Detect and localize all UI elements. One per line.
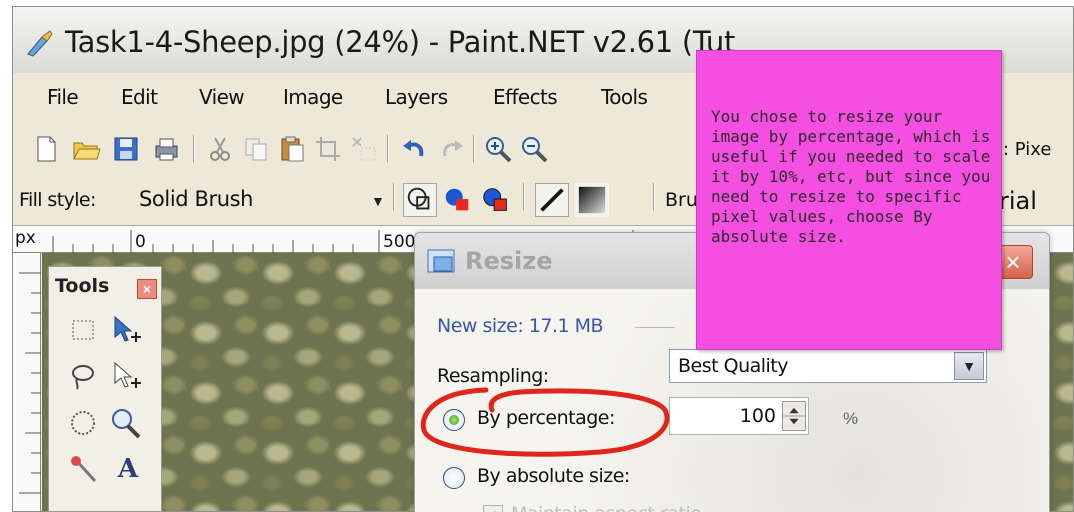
new-size-label: New size: 17.1 MB bbox=[437, 315, 604, 337]
menu-tools[interactable]: Tools bbox=[601, 85, 648, 109]
open-icon[interactable] bbox=[71, 134, 101, 164]
copy-icon[interactable] bbox=[241, 134, 271, 164]
by-percentage-radio[interactable] bbox=[443, 409, 465, 431]
zoom-in-icon[interactable] bbox=[483, 134, 513, 164]
tutorial-callout: You chose to resize your image by percen… bbox=[696, 50, 1002, 350]
font-select[interactable]: rial bbox=[999, 187, 1037, 215]
menu-image[interactable]: Image bbox=[283, 85, 343, 109]
resampling-value: Best Quality bbox=[678, 355, 789, 377]
alpha-blend-icon[interactable] bbox=[575, 183, 609, 217]
percentage-value: 100 bbox=[739, 405, 776, 427]
paintnet-app-icon bbox=[27, 30, 53, 57]
by-absolute-size-radio[interactable] bbox=[443, 467, 465, 489]
undo-icon[interactable] bbox=[399, 134, 429, 164]
lasso-select-icon[interactable] bbox=[65, 359, 103, 395]
antialias-icon[interactable] bbox=[535, 183, 569, 217]
menu-effects[interactable]: Effects bbox=[493, 85, 558, 109]
dropdown-arrow-icon[interactable]: ▼ bbox=[371, 193, 385, 209]
toolbar-separator bbox=[393, 183, 394, 211]
menu-layers[interactable]: Layers bbox=[385, 85, 448, 109]
ruler-label-0: 0 bbox=[135, 232, 146, 252]
ruler-label-500: 500 bbox=[383, 232, 416, 252]
crop-icon[interactable] bbox=[313, 134, 343, 164]
shape-fill-icon[interactable] bbox=[441, 183, 475, 217]
toolbar-separator bbox=[387, 135, 388, 163]
rectangle-select-icon[interactable] bbox=[65, 313, 103, 349]
vertical-ruler-ticks bbox=[19, 272, 41, 494]
paste-icon[interactable] bbox=[277, 134, 307, 164]
fill-style-select[interactable]: Solid Brush bbox=[139, 187, 253, 211]
tools-close-button[interactable]: × bbox=[137, 279, 157, 299]
magic-wand-icon[interactable] bbox=[65, 451, 103, 487]
by-absolute-size-label: By absolute size: bbox=[477, 465, 630, 487]
toolbar-separator bbox=[193, 135, 194, 163]
cut-icon[interactable] bbox=[205, 134, 235, 164]
toolbar-separator bbox=[523, 183, 524, 211]
tools-title: Tools bbox=[55, 275, 110, 297]
toolbar-separator bbox=[473, 135, 474, 163]
brush-width-label: Bru bbox=[665, 189, 698, 211]
resampling-label: Resampling: bbox=[437, 365, 549, 387]
new-icon[interactable] bbox=[31, 134, 61, 164]
zoom-out-icon[interactable] bbox=[519, 134, 549, 164]
fill-style-label: Fill style: bbox=[19, 189, 96, 211]
divider bbox=[635, 327, 675, 328]
menu-file[interactable]: File bbox=[47, 85, 79, 109]
menu-view[interactable]: View bbox=[199, 85, 245, 109]
percentage-unit: % bbox=[843, 409, 859, 428]
dialog-title: Resize bbox=[465, 247, 553, 275]
tools-palette: Tools × A bbox=[48, 266, 162, 512]
move-selection-icon[interactable] bbox=[107, 313, 145, 349]
move-selected-icon[interactable] bbox=[107, 359, 145, 395]
zoom-tool-icon[interactable] bbox=[107, 405, 145, 441]
shape-outline-fill-icon[interactable] bbox=[479, 183, 513, 217]
chevron-down-icon[interactable]: ▼ bbox=[954, 352, 984, 380]
ellipse-select-icon[interactable] bbox=[65, 405, 103, 441]
resize-icon bbox=[427, 249, 455, 273]
by-percentage-label: By percentage: bbox=[477, 407, 615, 429]
percentage-stepper[interactable] bbox=[782, 401, 806, 431]
text-tool-icon[interactable]: A bbox=[109, 451, 147, 487]
menu-edit[interactable]: Edit bbox=[121, 85, 158, 109]
resampling-select[interactable]: Best Quality ▼ bbox=[669, 349, 987, 383]
window-title: Task1-4-Sheep.jpg (24%) - Paint.NET v2.6… bbox=[65, 25, 736, 59]
save-icon[interactable] bbox=[111, 134, 141, 164]
toolbar-separator bbox=[653, 183, 654, 211]
units-label: : Pixe bbox=[1003, 139, 1052, 160]
ruler-unit: px bbox=[15, 228, 36, 248]
maintain-aspect-checkbox[interactable]: ✓ bbox=[483, 505, 503, 512]
callout-text: You chose to resize your image by percen… bbox=[711, 107, 991, 246]
print-icon[interactable] bbox=[151, 134, 181, 164]
maintain-aspect-label: Maintain aspect ratio bbox=[511, 503, 702, 512]
percentage-input[interactable]: 100 bbox=[669, 397, 809, 435]
redo-icon[interactable] bbox=[437, 134, 467, 164]
deselect-icon[interactable] bbox=[349, 134, 379, 164]
vertical-ruler bbox=[13, 253, 41, 511]
shape-outline-icon[interactable] bbox=[403, 183, 437, 217]
radio-selected-dot bbox=[449, 415, 459, 425]
